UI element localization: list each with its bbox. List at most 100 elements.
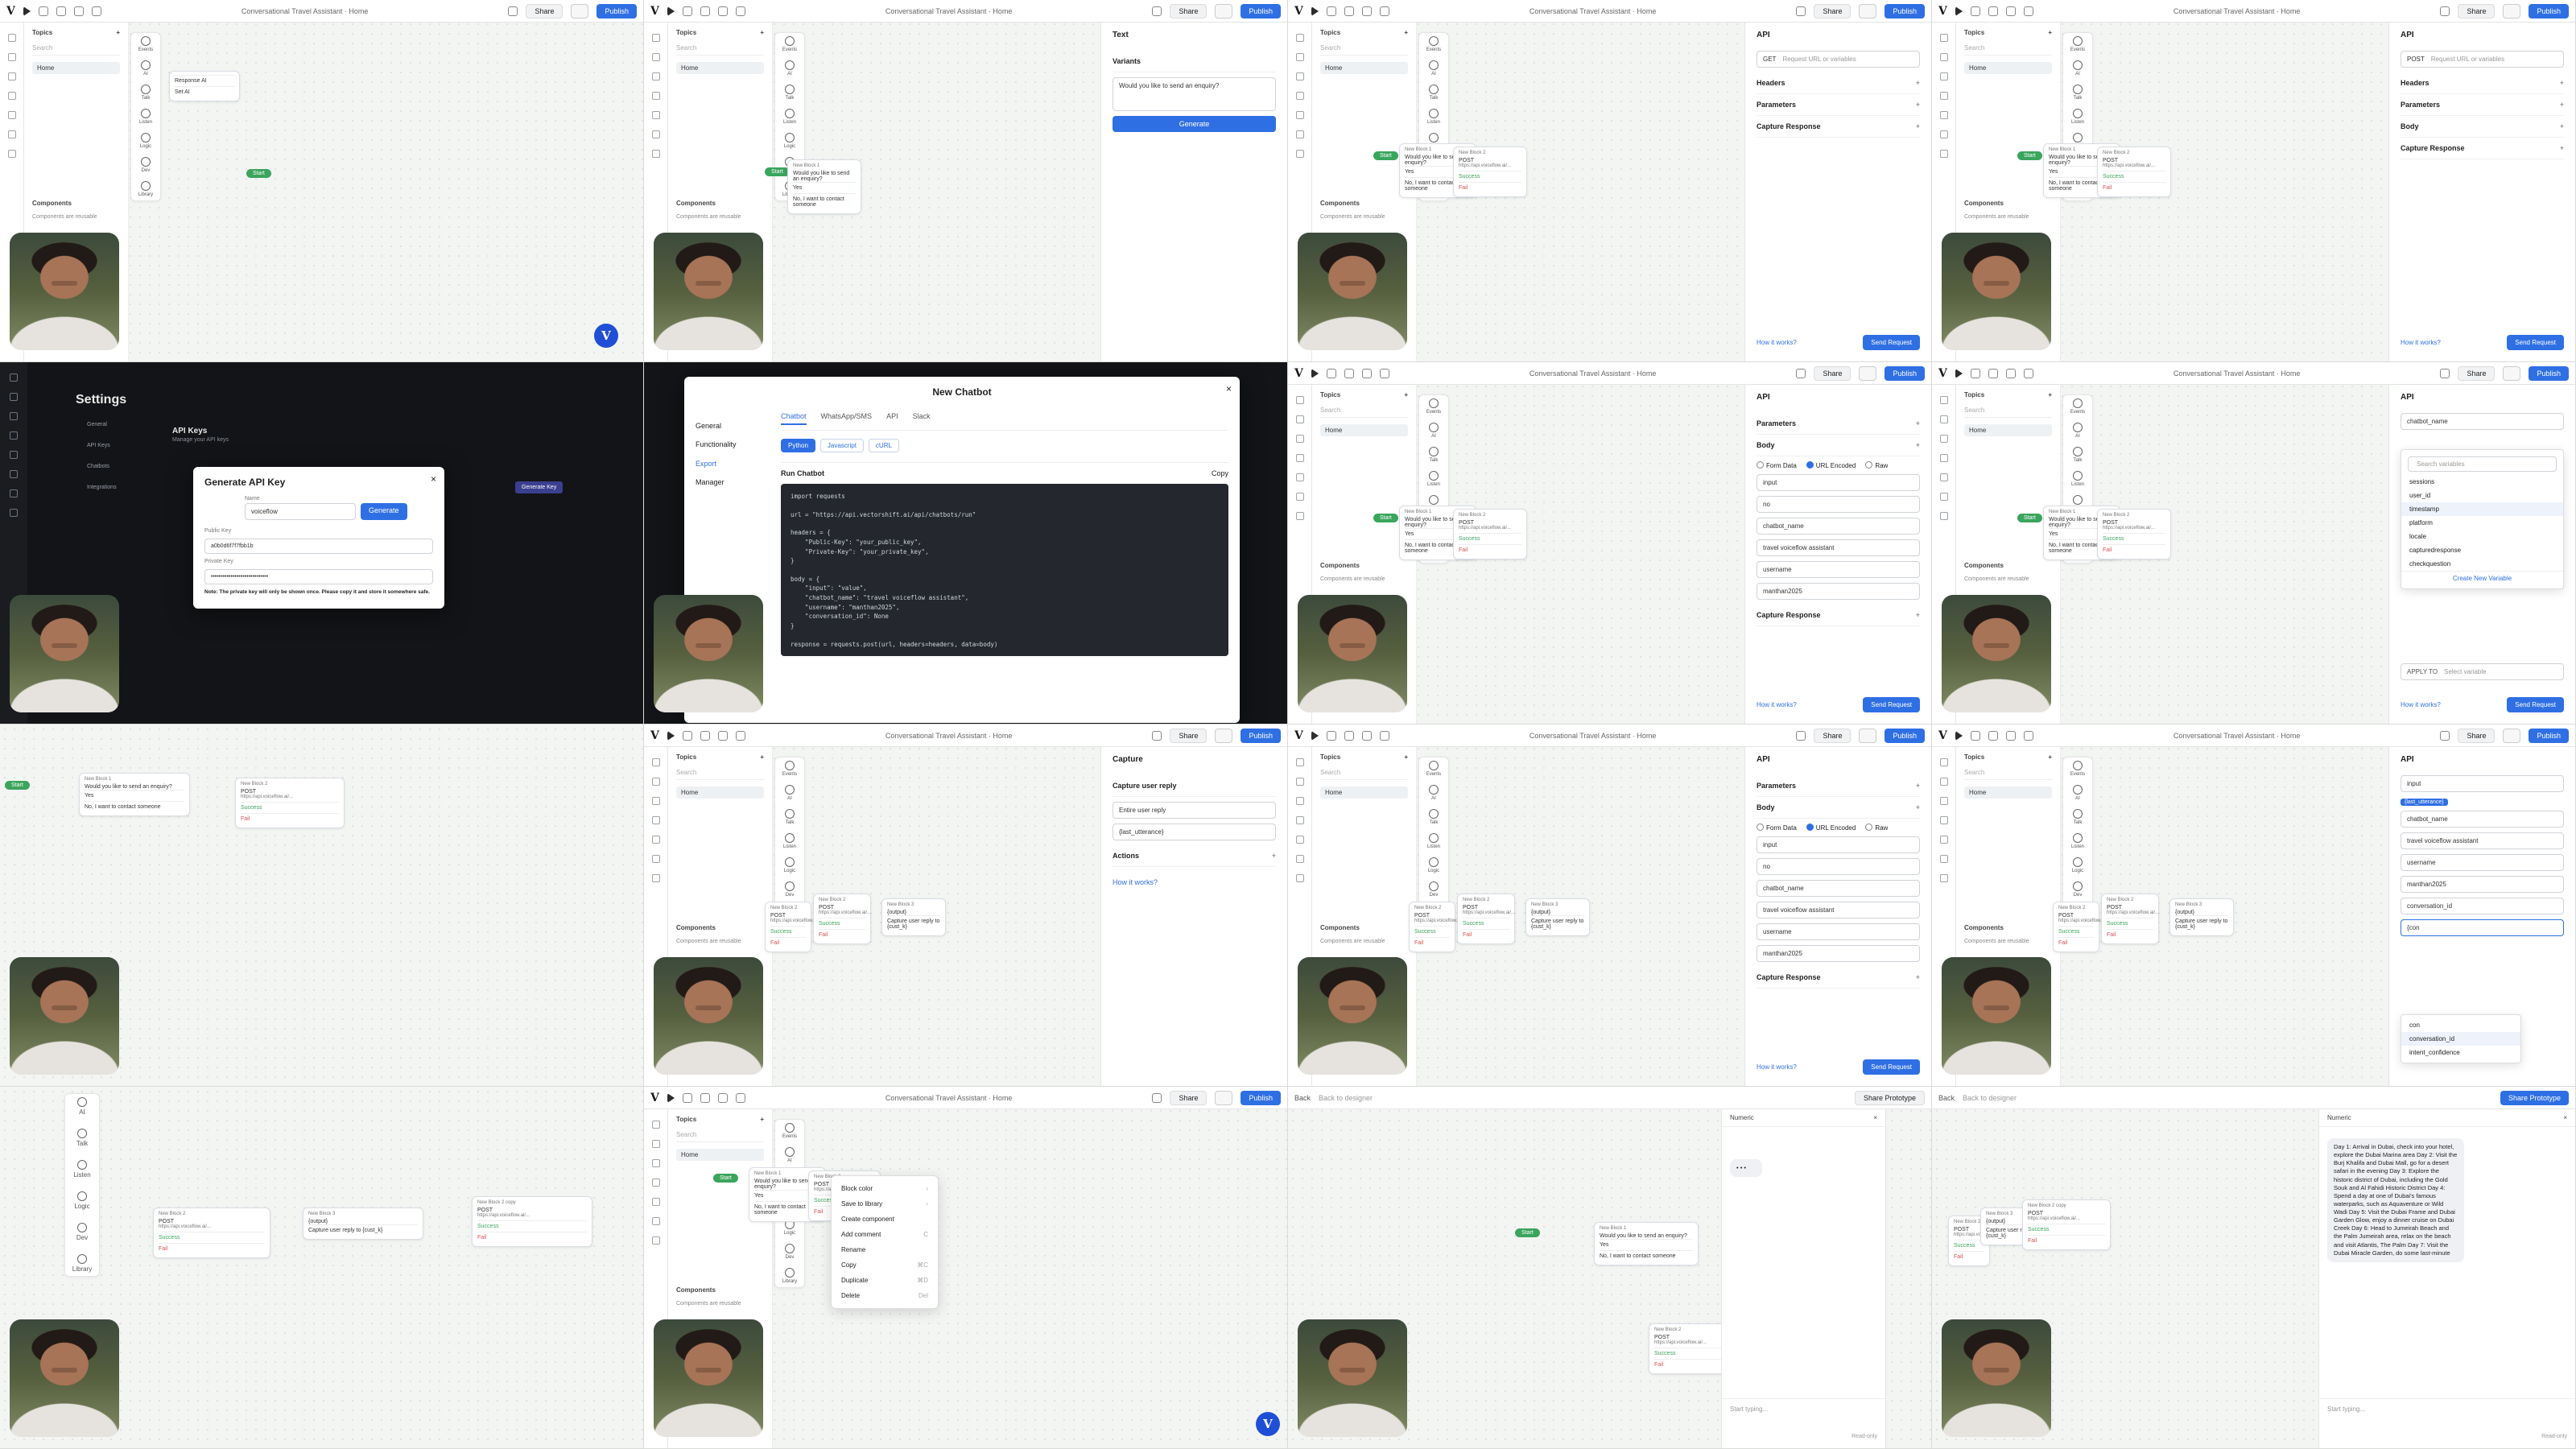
step-talk[interactable]: Talk [2073, 85, 2083, 101]
app-logo[interactable]: V [1938, 729, 1947, 742]
rail-nav-icon[interactable] [651, 92, 660, 100]
comment-icon[interactable] [1988, 368, 1998, 378]
step-listen[interactable]: Listen [1427, 109, 1440, 125]
body-key-input[interactable]: input [2401, 775, 2564, 792]
add-icon[interactable]: + [1916, 419, 1920, 427]
apply-to-select[interactable]: APPLY TO Select variable [2401, 663, 2564, 680]
rail-nav-icon[interactable] [1939, 34, 1948, 42]
publish-button[interactable]: Publish [1885, 3, 1925, 19]
context-menu-item[interactable]: Duplicate ⌘D [832, 1273, 938, 1288]
history-icon[interactable] [1361, 6, 1372, 16]
comment-icon[interactable] [1988, 730, 1998, 741]
breadcrumb-home[interactable]: Home [2281, 7, 2300, 15]
body-type-radios[interactable]: Form Data URL Encoded Raw [1757, 461, 1920, 469]
rail-nav-icon[interactable] [1295, 512, 1304, 520]
context-menu-item[interactable]: Copy ⌘C [832, 1257, 938, 1273]
body-value-input[interactable]: {con [2401, 919, 2564, 936]
step-dev[interactable]: Dev [141, 157, 151, 173]
run-icon[interactable] [1955, 368, 1963, 378]
add-topic-icon[interactable]: + [2048, 391, 2052, 398]
language-pill[interactable]: Javascript [819, 439, 864, 452]
add-topic-icon[interactable]: + [1404, 753, 1408, 761]
step-listen[interactable]: Listen [73, 1160, 91, 1179]
step-logic[interactable]: Logic [2072, 857, 2083, 873]
step-logic[interactable]: Logic [140, 133, 151, 149]
canvas-icon[interactable] [682, 1092, 692, 1103]
send-request-button[interactable]: Send Request [2507, 335, 2564, 350]
headers-section[interactable]: Headers + [1757, 72, 1920, 94]
rail-nav-icon[interactable] [1939, 493, 1948, 501]
private-key-field[interactable]: ••••••••••••••••••••••••••••• [204, 569, 433, 584]
method-select[interactable]: POST [2407, 56, 2425, 63]
api-block[interactable]: New Block 2 POSThttps://api.voiceflow.ai/… [153, 1208, 270, 1258]
step-dev[interactable]: Dev [76, 1223, 88, 1241]
sidebar-nav-icon[interactable] [10, 412, 18, 420]
run-icon[interactable] [1955, 730, 1963, 741]
run-test-button[interactable] [2503, 3, 2521, 19]
rail-nav-icon[interactable] [1295, 396, 1304, 404]
run-test-button[interactable] [1859, 728, 1877, 743]
api-block[interactable]: New Block 2 POSThttps://api.voiceflow.ai/… [2101, 894, 2159, 944]
rail-nav-icon[interactable] [651, 130, 660, 138]
topic-home[interactable]: Home [1964, 62, 2052, 74]
close-icon[interactable]: × [1226, 383, 1232, 394]
publish-button[interactable]: Publish [2529, 3, 2569, 19]
share-button[interactable]: Share [1814, 3, 1852, 19]
export-tab[interactable]: Slack [913, 412, 931, 425]
body-key-input[interactable]: username [1757, 923, 1920, 940]
rail-nav-icon[interactable] [1295, 816, 1304, 824]
variable-option[interactable]: user_id [2401, 489, 2563, 502]
add-icon[interactable]: + [2560, 101, 2564, 109]
add-icon[interactable]: + [2560, 144, 2564, 152]
rail-nav-icon[interactable] [651, 778, 660, 786]
send-request-button[interactable]: Send Request [1863, 697, 1920, 712]
add-icon[interactable]: + [1916, 441, 1920, 449]
side-nav-item[interactable]: Manager [696, 473, 776, 492]
sidebar-nav-icon[interactable] [10, 451, 18, 459]
topic-home[interactable]: Home [1320, 786, 1408, 799]
breadcrumb-home[interactable]: Home [1637, 369, 1656, 378]
share-button[interactable]: Share [2458, 3, 2496, 19]
export-tab[interactable]: Chatbot [781, 412, 807, 425]
history-icon[interactable] [717, 6, 728, 16]
share-button[interactable]: Share [1170, 728, 1208, 743]
variable-option[interactable]: timestamp [2401, 502, 2563, 516]
topic-home[interactable]: Home [676, 786, 764, 799]
choice-no[interactable]: No, I want to contact someone [1600, 1250, 1693, 1261]
rail-nav-icon[interactable] [651, 150, 660, 158]
run-icon[interactable] [1311, 6, 1319, 16]
choice-no[interactable]: No, I want to contact someone [85, 801, 184, 812]
publish-button[interactable]: Publish [1885, 728, 1925, 743]
share-prototype-button[interactable]: Share Prototype [2500, 1090, 2569, 1105]
step-events[interactable]: Events [138, 36, 153, 52]
history-icon[interactable] [2005, 6, 2016, 16]
body-value-input[interactable]: no [1757, 496, 1920, 513]
close-icon[interactable]: × [1873, 1114, 1877, 1121]
history-icon[interactable] [717, 730, 728, 741]
sidebar-nav-icon[interactable] [10, 509, 18, 517]
variable-option[interactable]: sessions [2401, 475, 2563, 489]
history-icon[interactable] [717, 1092, 728, 1103]
share-button[interactable]: Share [2458, 728, 2496, 743]
comment-icon[interactable] [1344, 6, 1354, 16]
rail-nav-icon[interactable] [1295, 34, 1304, 42]
topics-search-input[interactable]: Search [1964, 44, 2052, 56]
rail-nav-icon[interactable] [651, 797, 660, 805]
step-events[interactable]: Events [2070, 761, 2085, 777]
search-icon[interactable] [2023, 6, 2033, 16]
step-logic[interactable]: Logic [784, 133, 795, 149]
rail-nav-icon[interactable] [651, 1140, 660, 1148]
start-node[interactable]: Start [1373, 514, 1398, 522]
step-events[interactable]: Events [782, 761, 797, 777]
how-it-works-link[interactable]: How it works? [1757, 1063, 1797, 1071]
api-block[interactable]: New Block 2 POSThttps://api.voiceflow.ai/… [2097, 509, 2171, 559]
add-topic-icon[interactable]: + [1404, 391, 1408, 398]
body-value-input[interactable]: travel voiceflow assistant [1757, 902, 1920, 919]
message-block[interactable]: New Block 1 Would you like to send an enq… [787, 159, 861, 214]
add-topic-icon[interactable]: + [760, 1116, 764, 1123]
sidebar-nav-icon[interactable] [10, 393, 18, 401]
step-ai[interactable]: AI [2073, 423, 2083, 439]
variable-suggestion[interactable]: conversation_id [2401, 1032, 2520, 1046]
body-type-option[interactable]: Form Data [1757, 461, 1797, 469]
context-menu-item[interactable]: Delete Del [832, 1288, 938, 1303]
